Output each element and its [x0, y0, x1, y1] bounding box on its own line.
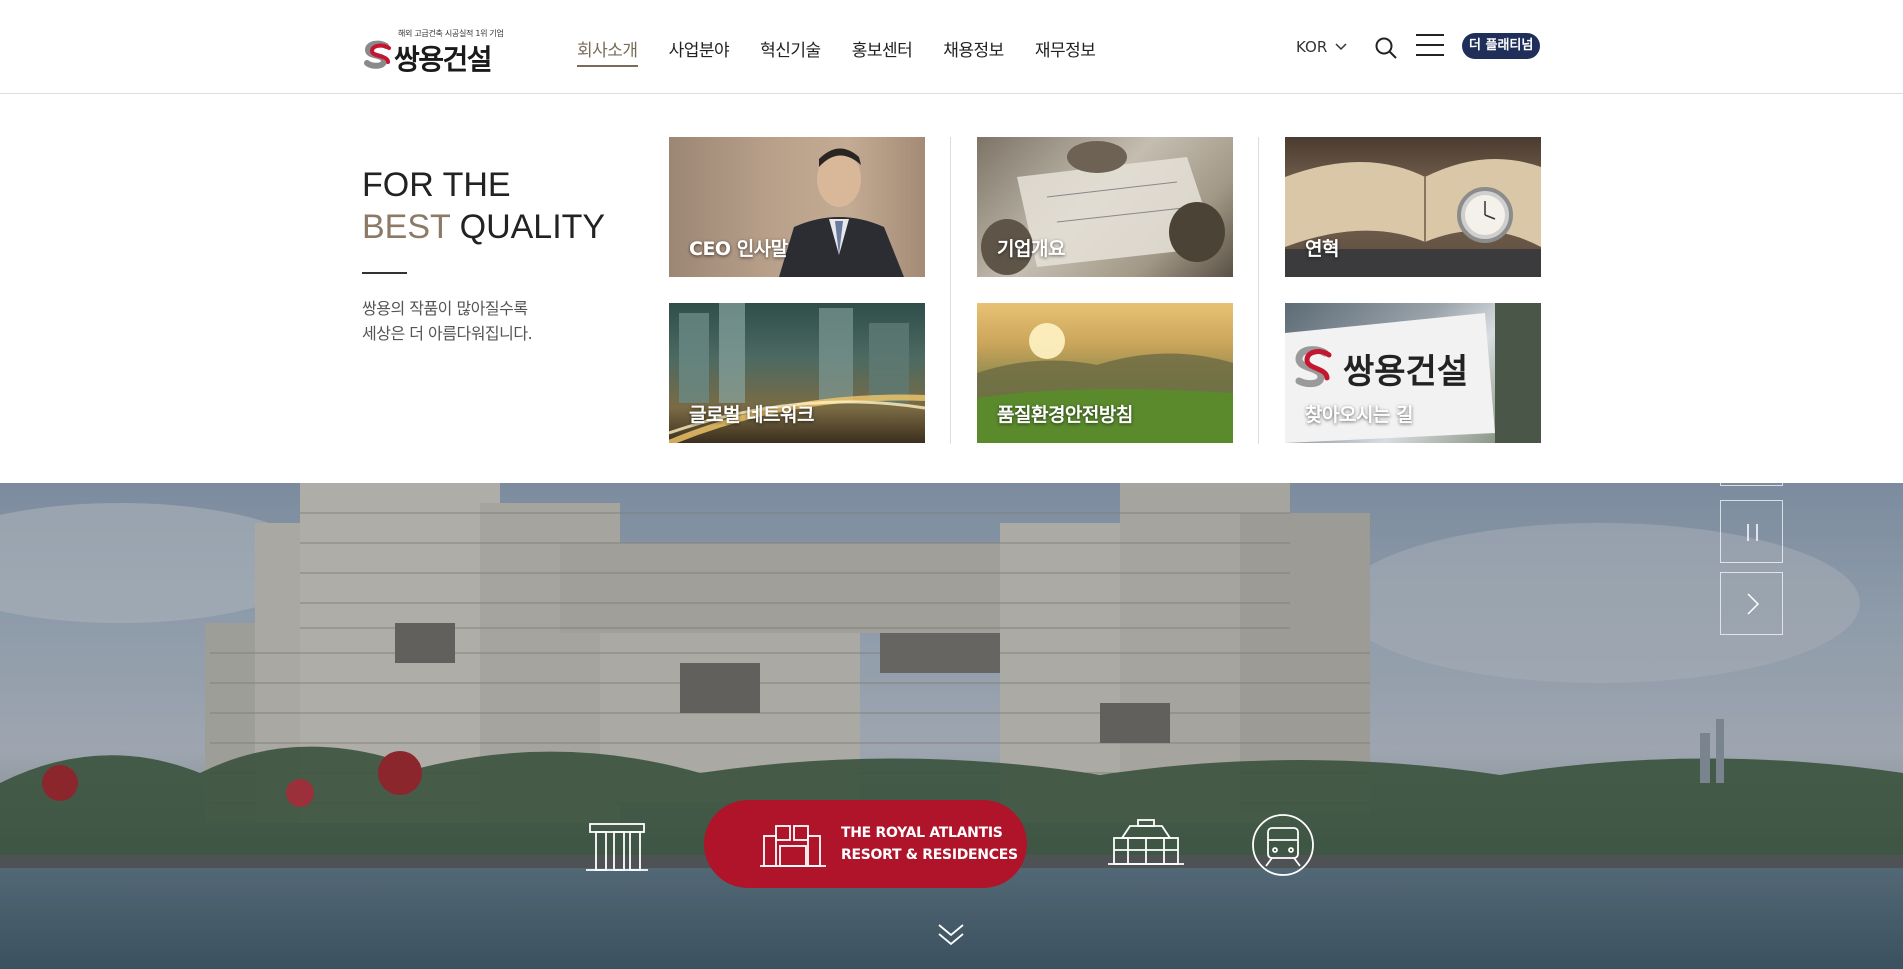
slider-pause-button[interactable]	[1720, 500, 1783, 563]
column-divider	[950, 137, 951, 444]
language-select[interactable]: KOR	[1296, 38, 1347, 56]
project-tower-icon[interactable]	[584, 818, 650, 874]
project-train-icon[interactable]	[1250, 812, 1316, 878]
project-building-icon[interactable]	[1108, 818, 1184, 870]
headline-divider	[362, 272, 407, 274]
company-dropdown-panel: FOR THE BEST QUALITY 쌍용의 작품이 많아질수록 세상은 더…	[0, 94, 1903, 483]
nav-finance[interactable]: 재무정보	[1035, 36, 1096, 67]
nav-pr-center[interactable]: 홍보센터	[852, 36, 913, 67]
project-name-line1: THE ROYAL ATLANTIS	[841, 825, 1003, 841]
headline-rest: QUALITY	[450, 208, 606, 246]
site-header: 해외 고급건축 시공실적 1위 기업 쌍용건설 회사소개 사업분야 혁신기술 홍…	[0, 0, 1903, 94]
royal-atlantis-icon	[760, 825, 826, 867]
panel-headline: FOR THE BEST QUALITY	[362, 164, 605, 248]
card-label: 글로벌 네트워크	[689, 404, 814, 426]
nav-recruit[interactable]: 채용정보	[943, 36, 1004, 67]
logo-text: 쌍용건설	[394, 43, 493, 76]
card-ceo-greeting[interactable]: CEO 인사말	[669, 137, 925, 277]
slider-prev-button[interactable]	[1720, 483, 1783, 486]
headline-highlight: BEST	[362, 208, 451, 246]
search-icon[interactable]	[1374, 36, 1398, 60]
slider-next-button[interactable]	[1720, 572, 1783, 635]
headline-line1: FOR THE	[362, 166, 511, 204]
nav-technology[interactable]: 혁신기술	[760, 36, 821, 67]
logo-s-icon	[364, 40, 391, 69]
nav-business[interactable]: 사업분야	[669, 36, 730, 67]
sign-text: 쌍용건설	[1343, 352, 1468, 392]
hero-overlay	[0, 483, 1903, 969]
headline-line2: BEST QUALITY	[362, 206, 605, 248]
hero-section	[0, 483, 1903, 969]
chevron-down-icon	[1335, 43, 1347, 51]
main-nav: 회사소개 사업분야 혁신기술 홍보센터 채용정보 재무정보	[577, 36, 1126, 67]
card-label: 품질환경안전방침	[997, 404, 1133, 426]
card-company-overview[interactable]: 기업개요	[977, 137, 1233, 277]
project-royal-atlantis-button[interactable]: THE ROYAL ATLANTIS RESORT & RESIDENCES	[704, 800, 1027, 888]
scroll-down-icon[interactable]	[936, 922, 966, 948]
card-quality-policy[interactable]: 품질환경안전방침	[977, 303, 1233, 443]
card-history[interactable]: 연혁	[1285, 137, 1541, 277]
nav-company[interactable]: 회사소개	[577, 36, 638, 67]
language-label: KOR	[1296, 38, 1328, 56]
hamburger-menu-icon[interactable]	[1416, 34, 1444, 60]
project-name: THE ROYAL ATLANTIS RESORT & RESIDENCES	[841, 822, 1018, 866]
card-label: 기업개요	[997, 238, 1065, 260]
card-directions[interactable]: 쌍용건설 찾아오시는 길	[1285, 303, 1541, 443]
chevron-right-icon	[1747, 593, 1760, 615]
the-platinum-button[interactable]: 더 플래티넘	[1462, 33, 1541, 59]
card-label: CEO 인사말	[689, 238, 788, 260]
card-global-network[interactable]: 글로벌 네트워크	[669, 303, 925, 443]
pause-icon	[1747, 524, 1758, 541]
project-name-line2: RESORT & RESIDENCES	[841, 847, 1018, 863]
panel-description: 쌍용의 작품이 많아질수록 세상은 더 아름다워집니다.	[362, 299, 533, 343]
card-label: 찾아오시는 길	[1305, 404, 1414, 426]
card-label: 연혁	[1305, 238, 1339, 260]
column-divider	[1258, 137, 1259, 444]
logo[interactable]: 해외 고급건축 시공실적 1위 기업 쌍용건설	[362, 28, 522, 76]
